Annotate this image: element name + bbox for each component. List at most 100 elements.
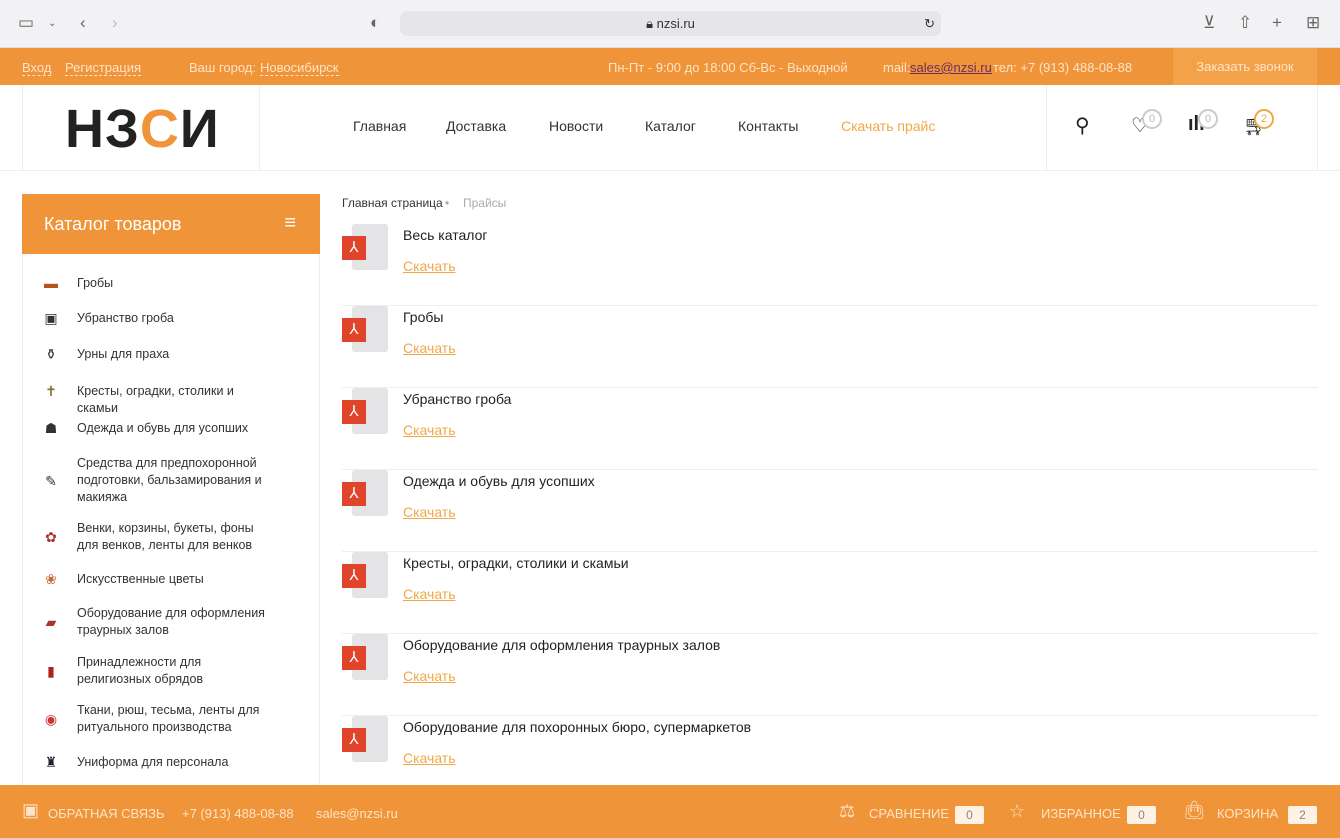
urn-icon: ⚱ [45, 346, 57, 362]
cart-badge: 2 [1254, 109, 1274, 129]
shield-icon[interactable]: ◐ [370, 13, 380, 33]
divider [22, 85, 23, 171]
download-link[interactable]: Скачать [403, 422, 456, 438]
mail-link[interactable]: sales@nzsi.ru [910, 60, 992, 75]
download-link[interactable]: Скачать [403, 258, 456, 274]
sidebar-item-label: Оборудование для оформления траурных зал… [77, 606, 265, 637]
chevron-down-icon[interactable]: ⌄ [48, 18, 56, 29]
price-list-item: ⅄ Кресты, оградки, столики и скамьи Скачат… [342, 552, 1318, 634]
sidebar-item-label: Кресты, оградки, столики и скамьи [77, 384, 234, 415]
phone: тел: +7 (913) 488-08-88 [993, 60, 1133, 75]
divider [259, 85, 260, 171]
price-list-item: ⅄ Оборудование для оформления траурных за… [342, 634, 1318, 716]
nav-download-price[interactable]: Скачать прайс [841, 118, 935, 134]
address-bar[interactable]: 🔒︎ nzsi.ru ↻ [400, 11, 941, 36]
price-list-item: ⅄ Весь каталог Скачать [342, 224, 1318, 306]
city-label: Ваш город: [189, 60, 256, 75]
pdf-icon: ⅄ [342, 388, 388, 434]
city-select[interactable]: Новосибирск [260, 60, 339, 76]
logo-text: НЗ [65, 99, 140, 159]
footer-phone[interactable]: +7 (913) 488-08-88 [182, 806, 294, 821]
callback-button[interactable]: Заказать звонок [1173, 48, 1317, 85]
download-link[interactable]: Скачать [403, 504, 456, 520]
divider [1046, 85, 1047, 171]
login-link[interactable]: Вход [22, 60, 52, 76]
uniform-icon: ♜ [44, 754, 58, 770]
price-list-item: ⅄ Гробы Скачать [342, 306, 1318, 388]
logo-accent: С [139, 99, 180, 159]
price-title: Одежда и обувь для усопших [403, 473, 595, 489]
catalog-title: Каталог товаров [44, 214, 182, 234]
sidebar-item-label: Венки, корзины, букеты, фоны для венков,… [77, 521, 254, 552]
bag-icon: 👜︎ [1183, 800, 1206, 820]
sidebar-item-label: Искусственные цветы [77, 572, 204, 586]
footer-email[interactable]: sales@nzsi.ru [316, 806, 398, 821]
compare-badge: 0 [1198, 109, 1218, 129]
download-link[interactable]: Скачать [403, 340, 456, 356]
new-tab-icon[interactable]: + [1272, 13, 1282, 33]
sidebar-item-label: Ткани, рюш, тесьма, ленты для ритуальног… [77, 703, 260, 734]
scales-icon: ⚖ [839, 801, 856, 821]
catalog-header[interactable]: Каталог товаров ≡ [22, 194, 320, 254]
sidebar-item-label: Убранство гроба [77, 311, 174, 325]
nav-delivery[interactable]: Доставка [446, 118, 506, 134]
nav-contacts[interactable]: Контакты [738, 118, 798, 134]
nav-home[interactable]: Главная [353, 118, 406, 134]
working-hours: Пн-Пт - 9:00 до 18:00 Сб-Вс - Выходной [608, 60, 848, 75]
nav-news[interactable]: Новости [549, 118, 603, 134]
logo-text: И [179, 99, 220, 159]
pdf-icon: ⅄ [342, 470, 388, 516]
divider [1317, 85, 1318, 171]
reload-icon[interactable]: ↻ [924, 11, 935, 36]
price-list-item: ⅄ Убранство гроба Скачать [342, 388, 1318, 470]
compare-link[interactable]: СРАВНЕНИЕ [869, 806, 949, 821]
sidebar-item-label: Средства для предпохоронной подготовки, … [77, 456, 262, 504]
sidebar-item-label: Принадлежности для религиозных обрядов [77, 655, 204, 686]
download-link[interactable]: Скачать [403, 586, 456, 602]
breadcrumb-current: Прайсы [463, 196, 507, 210]
sidebar-item-label: Униформа для персонала [77, 755, 229, 769]
back-icon[interactable]: ‹ [80, 13, 86, 33]
cosmetics-icon: ✎ [45, 473, 57, 489]
download-link[interactable]: Скачать [403, 750, 456, 766]
sidebar-item-label: Урны для праха [77, 347, 170, 361]
cart-link[interactable]: КОРЗИНА [1217, 806, 1278, 821]
search-icon[interactable]: ⚲ [1075, 113, 1090, 138]
price-title: Убранство гроба [403, 391, 512, 407]
share-icon[interactable]: ⇧ [1238, 13, 1252, 33]
hall-equipment-icon: ▰ [45, 614, 57, 630]
price-title: Кресты, оградки, столики и скамьи [403, 555, 629, 571]
compare-count: 0 [955, 806, 984, 824]
price-list-item: ⅄ Одежда и обувь для усопших Скачать [342, 470, 1318, 552]
clothing-icon: ☗ [44, 420, 58, 436]
wreath-icon: ✿ [45, 529, 57, 545]
cart-count: 2 [1288, 806, 1317, 824]
pdf-icon: ⅄ [342, 716, 388, 762]
feedback-link[interactable]: ОБРАТНАЯ СВЯЗЬ [48, 806, 165, 821]
forward-icon[interactable]: › [112, 13, 118, 33]
lock-icon: 🔒︎ [646, 16, 657, 31]
logo[interactable]: НЗСИ [65, 102, 220, 156]
browser-toolbar: ▭ ⌄ ‹ › ◐ 🔒︎ nzsi.ru ↻ ⊻ ⇧ + ⊞ [0, 0, 1340, 48]
register-link[interactable]: Регистрация [65, 60, 141, 76]
nav-catalog[interactable]: Каталог [645, 118, 696, 134]
breadcrumb-home[interactable]: Главная страница [342, 196, 443, 210]
flowers-icon: ❀ [45, 571, 57, 587]
price-title: Весь каталог [403, 227, 488, 243]
coffin-icon: ▬ [44, 275, 58, 291]
pdf-icon: ⅄ [342, 224, 388, 270]
favorites-link[interactable]: ИЗБРАННОЕ [1041, 806, 1121, 821]
coffin-decoration-icon: ▣ [44, 310, 58, 326]
sidebar-item-label: Гробы [77, 276, 114, 290]
sidebar-toggle-icon[interactable]: ▭ [18, 13, 34, 33]
tabs-overview-icon[interactable]: ⊞ [1306, 13, 1320, 33]
download-link[interactable]: Скачать [403, 668, 456, 684]
price-title: Гробы [403, 309, 444, 325]
star-icon: ☆ [1009, 801, 1026, 821]
chat-icon: ▣ [22, 800, 40, 820]
download-icon[interactable]: ⊻ [1203, 13, 1215, 33]
menu-icon[interactable]: ≡ [284, 212, 296, 235]
price-title: Оборудование для похоронных бюро, суперм… [403, 719, 752, 735]
breadcrumb-separator: • [445, 196, 450, 210]
favorites-badge: 0 [1142, 109, 1162, 129]
